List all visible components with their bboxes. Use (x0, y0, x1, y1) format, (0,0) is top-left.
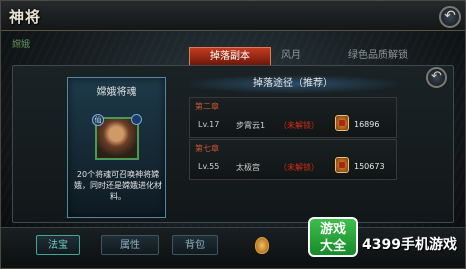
level-label: Lv.55 (198, 162, 220, 171)
stage-name: 太极宫 (236, 163, 260, 172)
tab-fengyue[interactable]: 风月 (273, 47, 309, 65)
tab-green-unlock[interactable]: 绿色品质解锁 (313, 47, 443, 65)
chapter-label: 第七章 (195, 144, 219, 153)
power-seal-icon (335, 157, 349, 173)
attributes-button[interactable]: 属性 (101, 235, 159, 255)
page-title: 神将 (9, 8, 42, 26)
lock-status: （未解锁） (279, 163, 319, 172)
watermark-logo: 游戏 大全 (308, 217, 358, 257)
card-description: 20个将魂可召唤神将嫦娥，同时还是嫦娥进化材料。 (74, 170, 162, 201)
card-title: 嫦娥将魂 (96, 87, 137, 98)
top-bar: 神将 ↶ (1, 1, 465, 31)
stage-name: 步霄云1 (236, 121, 266, 130)
chapter-label: 第二章 (195, 102, 219, 111)
power-value: 16896 (354, 120, 380, 129)
watermark-text: 4399手机游戏 (362, 237, 457, 253)
bag-button[interactable]: 背包 (172, 235, 218, 255)
back-arrow-icon[interactable]: ↶ (439, 6, 461, 28)
level-label: Lv.17 (198, 120, 220, 129)
drop-route-header: 掉落途径（推荐） (189, 75, 397, 93)
drop-icon[interactable] (255, 237, 269, 254)
immortal-badge: 仙 (92, 114, 104, 126)
route-row[interactable]: 第二章 Lv.17 步霄云1 （未解锁） 16896 (189, 97, 397, 138)
magic-treasure-button[interactable]: 法宝 (36, 235, 80, 255)
watermark-logo-top: 游戏 (319, 222, 346, 237)
watermark-logo-bottom: 大全 (319, 239, 346, 254)
panel-back-arrow-icon[interactable]: ↶ (426, 67, 447, 88)
hero-portrait[interactable]: 仙 (92, 114, 142, 160)
element-gem-icon (131, 114, 142, 125)
power-seal-icon (335, 115, 349, 131)
power-value: 150673 (354, 162, 385, 171)
tab-drop-dungeon[interactable]: 掉落副本 (189, 47, 271, 65)
soul-card: 嫦娥将魂 仙 20个将魂可召唤神将嫦娥，同时还是嫦娥进化材料。 (67, 77, 166, 218)
route-row[interactable]: 第七章 Lv.55 太极宫 （未解锁） 150673 (189, 139, 397, 180)
lock-status: （未解锁） (279, 121, 319, 130)
game-screen: 神将 ↶ 嫦娥 掉落副本 风月 绿色品质解锁 ↶ 嫦娥将魂 仙 20个将魂可召唤… (0, 0, 466, 269)
hero-name-label: 嫦娥 (12, 40, 31, 50)
